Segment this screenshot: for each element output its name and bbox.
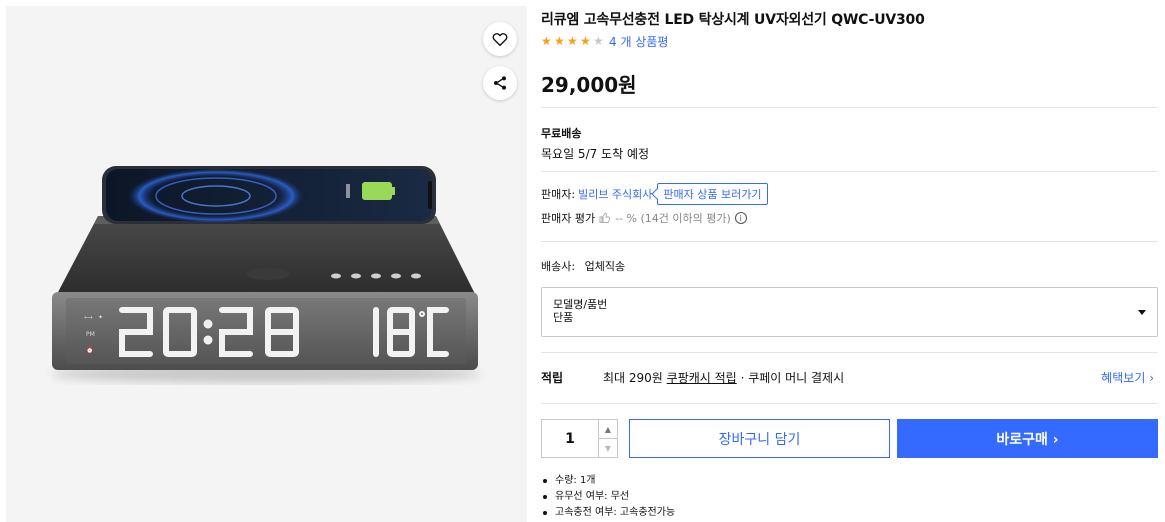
info-icon[interactable]: i bbox=[734, 212, 747, 224]
star-icon: ★ bbox=[554, 34, 565, 48]
courier-row: 배송사: 업체직송 bbox=[541, 258, 625, 274]
seller-products-button[interactable]: 판매자 상품 보러가기 bbox=[657, 183, 768, 205]
star-icon: ★ bbox=[567, 34, 578, 48]
chevron-down-icon bbox=[1138, 310, 1146, 315]
shipping-title: 무료배송 bbox=[541, 127, 582, 140]
courier-value: 업체직송 bbox=[584, 260, 626, 273]
coupang-cash-link[interactable]: 쿠팡캐시 적립 bbox=[667, 371, 737, 385]
seller-row: 판매자: 빌리브 주식회사 판매자 상품 보러가기 bbox=[541, 183, 768, 205]
share-button[interactable] bbox=[483, 66, 517, 100]
arrival-date: 목요일 5/7 도착 예정 bbox=[541, 147, 650, 161]
product-image: ⟷ ✦ PM ⏰ bbox=[51, 166, 481, 383]
option-select[interactable]: 모델명/품번 단품 bbox=[541, 287, 1158, 337]
divider bbox=[541, 352, 1158, 353]
svg-text:PM: PM bbox=[86, 331, 95, 338]
star-icon: ★ bbox=[580, 34, 591, 48]
rating-row[interactable]: ★ ★ ★ ★ ★ 4 개 상품평 bbox=[541, 33, 668, 49]
seller-eval-label: 판매자 평가 bbox=[541, 212, 596, 225]
list-item: 고속충전 여부: 고속충전가능 bbox=[543, 505, 675, 521]
spec-list: 수량: 1개 유무선 여부: 무선 고속충전 여부: 고속충전가능 bbox=[543, 473, 675, 521]
buy-now-button[interactable]: 바로구매 › bbox=[897, 419, 1158, 458]
svg-text:⟷: ⟷ bbox=[84, 314, 93, 321]
seller-label: 판매자: bbox=[541, 188, 576, 201]
product-title: 리큐엠 고속무선충전 LED 탁상시계 UV자외선기 QWC-UV300 bbox=[541, 12, 925, 28]
option-label: 모델명/품번 bbox=[553, 298, 608, 311]
reward-text: 최대 290원 쿠팡캐시 적립 · 쿠페이 머니 결제시 bbox=[603, 369, 844, 386]
wishlist-button[interactable] bbox=[483, 22, 517, 56]
divider bbox=[541, 171, 1158, 172]
seller-eval-value: -- % (14건 이하의 평가) bbox=[615, 212, 731, 225]
benefits-link[interactable]: 혜택보기 › bbox=[1101, 369, 1154, 386]
quantity-input[interactable]: 1 bbox=[542, 420, 598, 457]
review-count-link[interactable]: 4 개 상품평 bbox=[609, 33, 668, 50]
seller-evaluation: 판매자 평가 -- % (14건 이하의 평가) i bbox=[541, 210, 747, 226]
reward-row: 적립 최대 290원 쿠팡캐시 적립 · 쿠페이 머니 결제시 혜택보기 › bbox=[541, 368, 1158, 386]
reward-prefix: 최대 290원 bbox=[603, 370, 663, 385]
reward-title: 적립 bbox=[541, 370, 564, 385]
option-value: 단품 bbox=[553, 311, 574, 324]
divider bbox=[541, 107, 1158, 108]
product-info: 리큐엠 고속무선충전 LED 탁상시계 UV자외선기 QWC-UV300 ★ ★… bbox=[541, 0, 1159, 522]
divider bbox=[541, 403, 1158, 404]
heart-icon bbox=[492, 33, 508, 47]
quantity-arrows: ▲ ▼ bbox=[598, 420, 617, 457]
chevron-down-icon[interactable]: ▼ bbox=[599, 438, 617, 457]
svg-text:⏰: ⏰ bbox=[86, 346, 93, 354]
courier-label: 배송사: bbox=[541, 260, 576, 273]
seller-name-link[interactable]: 빌리브 주식회사 bbox=[578, 186, 652, 202]
star-rating: ★ ★ ★ ★ ★ bbox=[541, 35, 606, 47]
star-icon: ★ bbox=[541, 34, 552, 48]
product-image-gallery: ⟷ ✦ PM ⏰ bbox=[6, 6, 527, 522]
chevron-up-icon[interactable]: ▲ bbox=[599, 420, 617, 438]
svg-text:✦: ✦ bbox=[98, 314, 103, 321]
thumbs-up-icon bbox=[599, 212, 611, 223]
star-empty-icon: ★ bbox=[593, 34, 604, 48]
quantity-stepper[interactable]: 1 ▲ ▼ bbox=[541, 419, 618, 458]
reward-suffix: · 쿠페이 머니 결제시 bbox=[740, 370, 845, 385]
add-to-cart-button[interactable]: 장바구니 담기 bbox=[629, 419, 890, 458]
list-item: 유무선 여부: 무선 bbox=[543, 489, 675, 505]
price: 29,000원 bbox=[541, 73, 637, 97]
divider bbox=[541, 241, 1158, 242]
list-item: 수량: 1개 bbox=[543, 473, 675, 489]
share-icon bbox=[494, 76, 506, 90]
